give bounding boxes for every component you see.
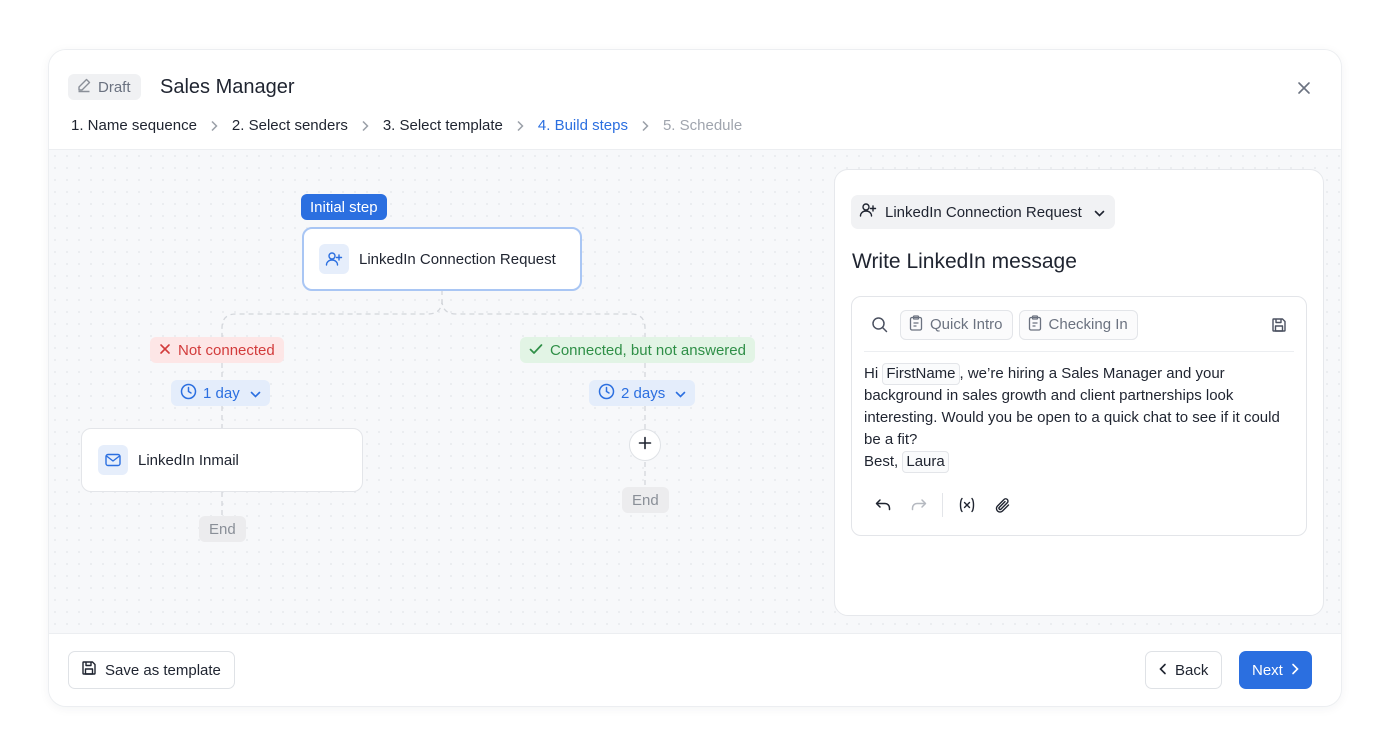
condition-label: Connected, but not answered: [550, 341, 746, 359]
plus-icon: [638, 436, 652, 455]
sequence-builder-modal: Draft Sales Manager 1. Name sequence 2. …: [48, 49, 1342, 707]
chevron-right-icon: [197, 120, 232, 132]
template-chip-label: Checking In: [1048, 316, 1128, 333]
user-plus-icon: [859, 201, 877, 223]
back-label: Back: [1175, 661, 1209, 679]
end-marker: End: [199, 516, 246, 542]
search-icon[interactable]: [864, 310, 894, 340]
chevron-left-icon: [1159, 662, 1167, 679]
root-step-label: LinkedIn Connection Request: [359, 250, 556, 268]
initial-step-tag: Initial step: [301, 194, 387, 220]
step-name-sequence[interactable]: 1. Name sequence: [71, 116, 197, 136]
save-as-template-button[interactable]: Save as template: [68, 651, 235, 689]
back-button[interactable]: Back: [1145, 651, 1223, 689]
step-schedule[interactable]: 5. Schedule: [663, 116, 742, 136]
panel-title: Write LinkedIn message: [852, 250, 1077, 273]
delay-select[interactable]: 2 days: [589, 380, 696, 406]
mail-icon: [98, 445, 128, 475]
inmail-step-label: LinkedIn Inmail: [138, 451, 239, 469]
variable-icon[interactable]: [952, 490, 982, 520]
pencil-icon: [76, 77, 92, 97]
chevron-right-icon: [628, 120, 663, 132]
editor-actions: [868, 490, 1017, 520]
toolbar-separator: [942, 493, 943, 517]
x-icon: [159, 342, 171, 359]
step-select-template[interactable]: 3. Select template: [383, 116, 503, 136]
chevron-right-icon: [503, 120, 538, 132]
chevron-down-icon: [675, 385, 686, 402]
flow-canvas: Initial step LinkedIn Connection Request…: [49, 150, 1341, 633]
chevron-down-icon: [1094, 204, 1105, 221]
message-body[interactable]: Hi FirstName, we’re hiring a Sales Manag…: [864, 363, 1294, 473]
check-icon: [529, 342, 543, 359]
step-type-label: LinkedIn Connection Request: [885, 203, 1082, 221]
variable-sender-name[interactable]: Laura: [902, 451, 949, 473]
undo-icon[interactable]: [868, 490, 898, 520]
condition-connected-not-answered[interactable]: Connected, but not answered: [520, 337, 755, 363]
step-build-steps[interactable]: 4. Build steps: [538, 116, 628, 136]
editor-toolbar: Quick Intro Checking In: [864, 309, 1294, 340]
editor-divider: [864, 351, 1294, 352]
next-button[interactable]: Next: [1239, 651, 1312, 689]
variable-first-name[interactable]: FirstName: [882, 363, 960, 385]
redo-icon[interactable]: [903, 490, 933, 520]
message-signoff: Best,: [864, 453, 899, 470]
message-greeting: Hi: [864, 365, 879, 382]
root-step-node[interactable]: LinkedIn Connection Request: [302, 227, 582, 291]
delay-label: 1 day: [203, 384, 240, 402]
clipboard-icon: [1028, 314, 1042, 335]
end-marker: End: [622, 487, 669, 513]
save-icon[interactable]: [1264, 310, 1294, 340]
page-title: Sales Manager: [160, 76, 295, 98]
condition-not-connected[interactable]: Not connected: [150, 337, 284, 363]
modal-header: Draft Sales Manager 1. Name sequence 2. …: [49, 50, 1341, 150]
user-plus-icon: [319, 244, 349, 274]
clock-icon: [598, 383, 615, 404]
chevron-right-icon: [348, 120, 383, 132]
save-as-template-label: Save as template: [105, 661, 221, 679]
chevron-down-icon: [250, 385, 261, 402]
delay-select[interactable]: 1 day: [171, 380, 270, 406]
status-badge-label: Draft: [98, 78, 131, 96]
condition-label: Not connected: [178, 341, 275, 359]
step-editor-panel: LinkedIn Connection Request Write Linked…: [834, 169, 1324, 616]
paperclip-icon[interactable]: [987, 490, 1017, 520]
step-select-senders[interactable]: 2. Select senders: [232, 116, 348, 136]
message-editor: Quick Intro Checking In Hi FirstName, we…: [851, 296, 1307, 536]
clock-icon: [180, 383, 197, 404]
save-icon: [81, 660, 97, 680]
flow-connectors: [221, 290, 646, 516]
chevron-right-icon: [1291, 662, 1299, 679]
breadcrumb: 1. Name sequence 2. Select senders 3. Se…: [71, 116, 742, 136]
step-type-select[interactable]: LinkedIn Connection Request: [851, 195, 1115, 229]
inmail-step-node[interactable]: LinkedIn Inmail: [81, 428, 363, 492]
modal-footer: Save as template Back Next: [49, 633, 1341, 706]
clipboard-icon: [909, 314, 923, 335]
status-badge: Draft: [68, 74, 141, 100]
add-step-button[interactable]: [629, 429, 661, 461]
delay-label: 2 days: [621, 384, 666, 402]
next-label: Next: [1252, 661, 1283, 679]
template-chip-label: Quick Intro: [930, 316, 1003, 333]
template-chip-checking-in[interactable]: Checking In: [1018, 309, 1138, 340]
template-chip-quick-intro[interactable]: Quick Intro: [900, 309, 1013, 340]
close-icon[interactable]: [1293, 77, 1315, 99]
